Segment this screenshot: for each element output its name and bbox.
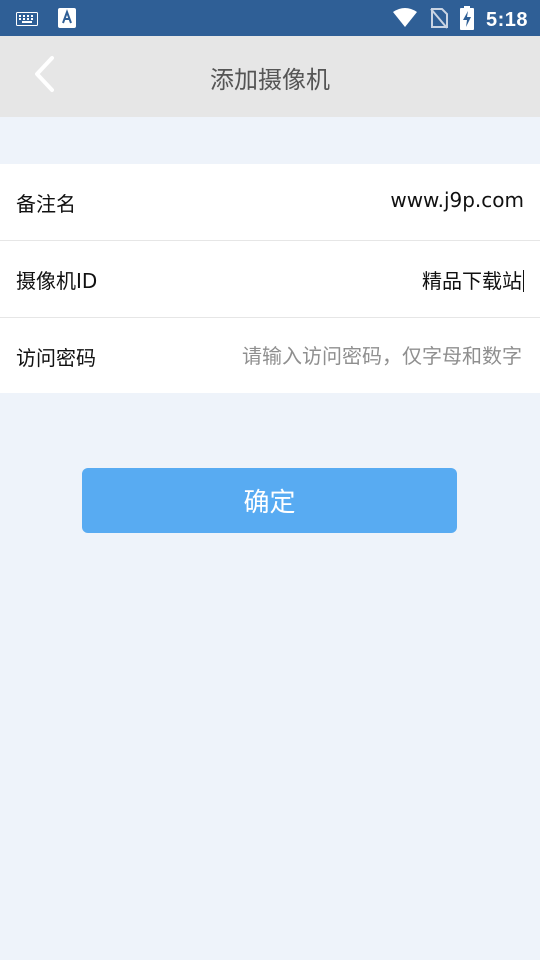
confirm-button[interactable]: 确定 — [82, 468, 457, 533]
battery-charging-icon — [459, 6, 474, 34]
camera-id-field[interactable]: 精品下载站 — [422, 265, 524, 294]
confirm-button-label: 确定 — [243, 488, 296, 518]
status-bar: 5:18 — [0, 0, 540, 36]
alias-row[interactable]: 备注名 www.j9p.com — [0, 164, 540, 240]
camera-form: 备注名 www.j9p.com 摄像机ID 精品下载站 访问密码 — [0, 164, 540, 393]
status-left-icons — [16, 8, 76, 32]
status-time: 5:18 — [485, 8, 528, 31]
alias-field[interactable]: www.j9p.com — [390, 188, 524, 212]
password-label: 访问密码 — [16, 346, 96, 370]
password-row[interactable]: 访问密码 — [0, 318, 540, 394]
alias-label: 备注名 — [16, 192, 76, 216]
text-cursor — [523, 270, 524, 292]
status-right-icons: 5:18 — [392, 6, 528, 34]
camera-id-row[interactable]: 摄像机ID 精品下载站 — [0, 241, 540, 317]
camera-id-label: 摄像机ID — [16, 269, 98, 293]
app-a-icon — [58, 8, 76, 32]
password-input[interactable] — [200, 338, 524, 374]
keyboard-icon — [16, 11, 38, 30]
page-title: 添加摄像机 — [210, 66, 330, 94]
camera-id-value: 精品下载站 — [422, 269, 522, 293]
wifi-icon — [392, 7, 418, 33]
app-bar: 添加摄像机 — [0, 36, 540, 117]
no-sim-icon — [430, 7, 448, 33]
